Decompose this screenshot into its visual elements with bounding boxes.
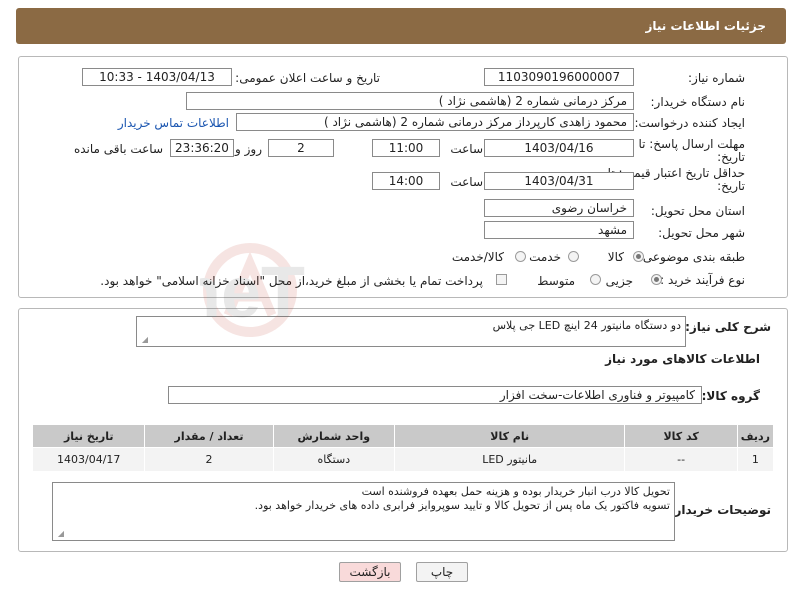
category-label: طبقه بندی موضوعی: — [638, 250, 745, 264]
description-text: دو دستگاه مانیتور 24 اینچ LED جی پلاس — [492, 319, 681, 332]
reply-deadline-label-2: تاریخ: — [717, 150, 745, 164]
need-number-field[interactable]: 1103090196000007 — [484, 68, 634, 86]
validity-date-field[interactable]: 1403/04/31 — [484, 172, 634, 190]
page-title: جزئیات اطلاعات نیاز — [645, 19, 766, 33]
reply-time-field[interactable]: 11:00 — [372, 139, 440, 157]
requester-field[interactable]: محمود زاهدی کارپرداز مرکز درمانی شماره 2… — [236, 113, 634, 131]
goods-group-label: گروه کالا: — [701, 389, 760, 403]
goods-group-field[interactable]: کامپیوتر و فناوری اطلاعات-سخت افزار — [168, 386, 702, 404]
back-button[interactable]: بازگشت — [339, 562, 401, 582]
remaining-time-field[interactable]: 23:36:20 — [170, 139, 234, 157]
buyer-notes-label: توضیحات خریدار: — [669, 503, 771, 517]
remaining-time-label: ساعت باقی مانده — [73, 142, 163, 156]
process-radio-medium[interactable] — [590, 274, 601, 285]
goods-table: ردیف کد کالا نام کالا واحد شمارش تعداد /… — [31, 424, 775, 472]
requester-label: ایجاد کننده درخواست: — [634, 116, 745, 130]
buyer-notes-line-1: تحویل کالا درب انبار خریدار بوده و هزینه… — [361, 485, 670, 498]
category-radio-service[interactable] — [568, 251, 579, 262]
goods-info-title: اطلاعات کالاهای مورد نیاز — [605, 352, 760, 366]
category-option-goods: کالا — [607, 250, 624, 264]
process-radio-minor[interactable] — [651, 274, 662, 285]
process-label: نوع فرآیند خرید : — [660, 273, 745, 287]
category-option-goods-service: کالا/خدمت — [451, 250, 504, 264]
validity-time-label: ساعت — [450, 175, 483, 189]
announce-datetime-field[interactable]: 1403/04/13 - 10:33 — [82, 68, 232, 86]
goods-table-header: ردیف کد کالا نام کالا واحد شمارش تعداد /… — [31, 424, 775, 448]
buyer-notes-field[interactable]: تحویل کالا درب انبار خریدار بوده و هزینه… — [52, 482, 675, 541]
category-option-service: خدمت — [529, 250, 561, 264]
cell-date: 1403/04/17 — [31, 447, 146, 472]
province-label: استان محل تحویل: — [650, 204, 745, 218]
buyer-contact-link[interactable]: اطلاعات تماس خریدار — [118, 116, 229, 130]
process-option-medium: متوسط — [537, 274, 575, 288]
buyer-org-label: نام دستگاه خریدار: — [650, 95, 746, 109]
reply-date-field[interactable]: 1403/04/16 — [484, 139, 634, 157]
cell-row: 1 — [736, 447, 775, 472]
col-code-header: کد کالا — [624, 424, 738, 448]
process-option-minor: جزیی — [605, 274, 633, 288]
days-remaining-field[interactable]: 2 — [268, 139, 334, 157]
table-row: 1 -- مانیتور LED دستگاه 2 1403/04/17 — [31, 447, 775, 472]
days-label: روز و — [235, 142, 262, 156]
buyer-notes-line-2: تسویه فاکتور یک ماه پس از تحویل کالا و ت… — [254, 499, 670, 512]
col-date-header: تاریخ نیاز — [31, 424, 146, 448]
cell-name: مانیتور LED — [393, 447, 626, 472]
city-field[interactable]: مشهد — [484, 221, 634, 239]
need-number-label: شماره نیاز: — [688, 71, 745, 85]
cell-qty: 2 — [144, 447, 274, 472]
resize-grip-icon[interactable]: ◢ — [56, 530, 64, 538]
category-radio-goods-service[interactable] — [515, 251, 526, 262]
col-name-header: نام کالا — [393, 424, 626, 448]
cell-code: -- — [624, 447, 738, 472]
description-field[interactable]: دو دستگاه مانیتور 24 اینچ LED جی پلاس ◢ — [136, 316, 686, 347]
description-label: شرح کلی نیاز: — [685, 320, 771, 334]
category-radio-goods[interactable] — [633, 251, 644, 262]
reply-time-label: ساعت — [450, 142, 483, 156]
treasury-payment-checkbox[interactable] — [496, 274, 507, 285]
treasury-payment-note: پرداخت تمام یا بخشی از مبلغ خرید،از محل … — [100, 274, 483, 288]
buyer-org-field[interactable]: مرکز درمانی شماره 2 (هاشمی نژاد ) — [186, 92, 634, 110]
col-row-header: ردیف — [736, 424, 775, 448]
price-validity-label-2: تاریخ: — [717, 179, 745, 193]
print-button[interactable]: چاپ — [416, 562, 468, 582]
city-label: شهر محل تحویل: — [658, 226, 745, 240]
province-field[interactable]: خراسان رضوی — [484, 199, 634, 217]
announce-label: تاریخ و ساعت اعلان عمومی: — [235, 71, 380, 85]
validity-time-field[interactable]: 14:00 — [372, 172, 440, 190]
reply-deadline-label: مهلت ارسال پاسخ: تا — [638, 137, 745, 151]
col-qty-header: تعداد / مقدار — [144, 424, 274, 448]
resize-grip-icon[interactable]: ◢ — [140, 336, 148, 344]
col-unit-header: واحد شمارش — [272, 424, 395, 448]
page-header: جزئیات اطلاعات نیاز — [16, 8, 786, 44]
cell-unit: دستگاه — [272, 447, 395, 472]
